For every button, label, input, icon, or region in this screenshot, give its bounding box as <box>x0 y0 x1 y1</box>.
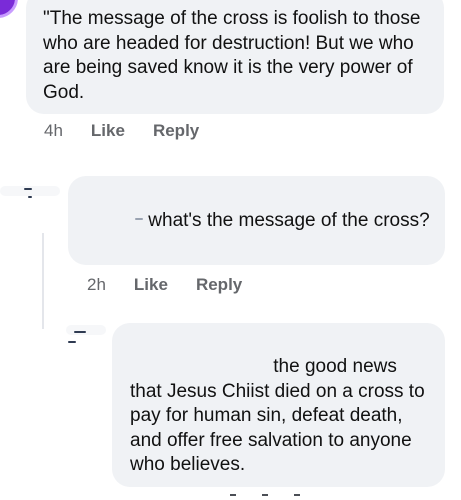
reply-button[interactable]: Reply <box>196 275 242 295</box>
like-button[interactable]: Like <box>91 121 125 141</box>
reply-timestamp: 2h <box>87 275 106 294</box>
redaction-mark <box>262 494 268 496</box>
comment-bubble: "The message of the cross is foolish to … <box>26 0 444 114</box>
redacted-avatar <box>66 325 106 335</box>
redaction-mark <box>294 494 300 496</box>
comment-timestamp: 4h <box>44 121 63 140</box>
comment-text: "The message of the cross is foolish to … <box>43 8 421 103</box>
reply-thread-line <box>42 233 44 329</box>
redaction-mark <box>24 188 32 190</box>
comment-actions: 4h Like Reply <box>44 121 227 141</box>
redaction-mark <box>135 218 143 220</box>
reply-button[interactable]: Reply <box>153 121 199 141</box>
reply-bubble: what's the message of the cross? <box>68 176 445 265</box>
reply-text: what's the message of the cross? <box>148 210 430 231</box>
next-comment-partial <box>230 494 330 498</box>
commenter-avatar[interactable] <box>0 0 18 18</box>
redaction-mark <box>230 494 236 496</box>
reply-actions: 2h Like Reply <box>87 275 270 295</box>
redacted-author-name <box>130 356 268 374</box>
reply-bubble: the good news that Jesus Chiist died on … <box>112 323 445 487</box>
redaction-mark <box>68 341 76 343</box>
like-button[interactable]: Like <box>134 275 168 295</box>
redaction-mark <box>74 331 86 333</box>
redaction-mark <box>28 196 32 198</box>
